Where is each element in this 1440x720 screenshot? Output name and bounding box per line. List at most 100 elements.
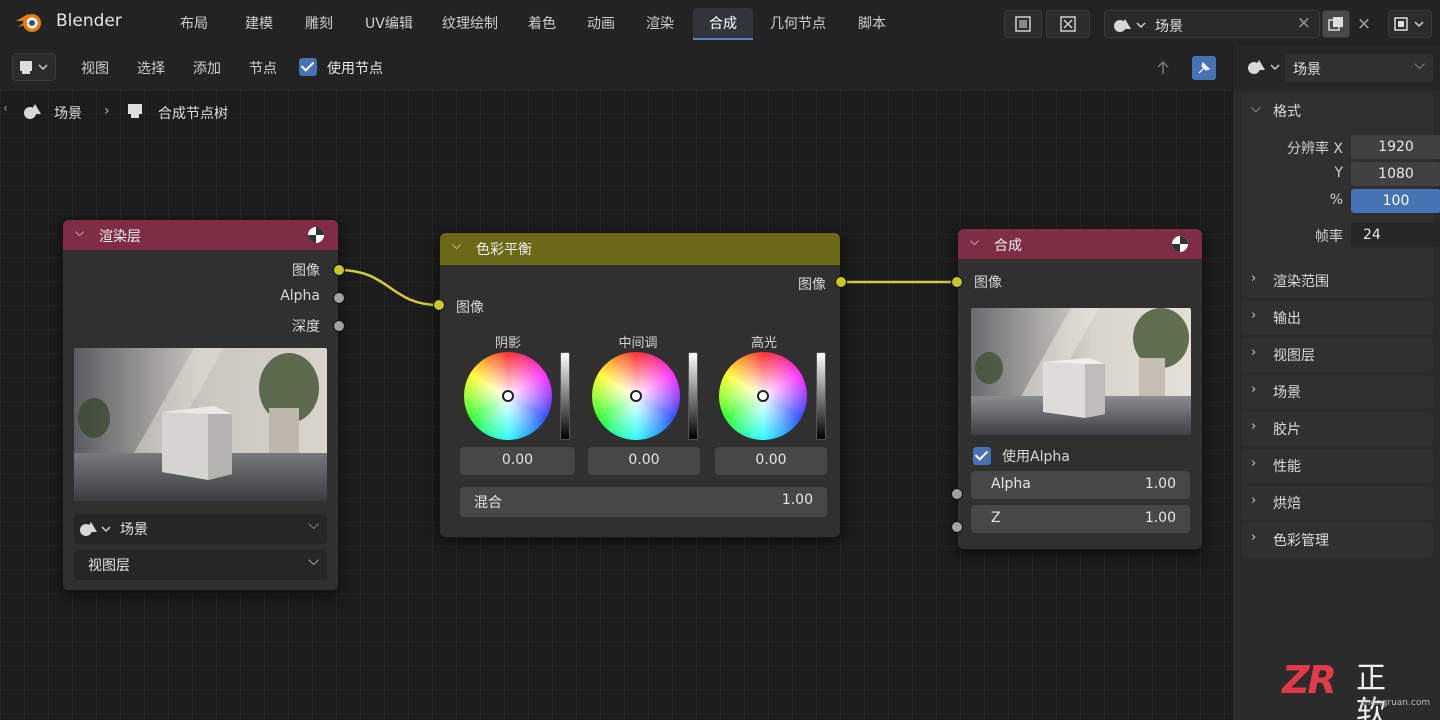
panel-scene[interactable]: › 场景 (1241, 375, 1433, 409)
socket-depth-output[interactable] (333, 320, 345, 332)
socket-z-input[interactable] (951, 521, 963, 533)
panel-bake[interactable]: › 烘焙 (1241, 486, 1433, 520)
tab-layout[interactable]: 布局 (168, 8, 220, 40)
resolution-percent-slider[interactable]: 100 (1351, 189, 1440, 213)
top-bar: Blender 布局 建模 雕刻 UV编辑 纹理绘制 着色 动画 渲染 合成 几… (0, 0, 1440, 46)
wheel-cursor[interactable] (502, 390, 514, 402)
delete-scene-button[interactable]: × (1352, 10, 1376, 38)
close-icon: × (1356, 14, 1372, 34)
chevron-right-icon: › (1251, 308, 1257, 323)
socket-image-input[interactable] (433, 299, 445, 311)
render-icon[interactable] (1170, 234, 1190, 254)
render-icon[interactable] (306, 225, 326, 245)
mix-factor-slider[interactable]: 混合 1.00 (460, 487, 827, 517)
editor-type-selector[interactable] (12, 53, 56, 81)
panel-view-layer[interactable]: › 视图层 (1241, 338, 1433, 372)
arrow-up-icon (1157, 60, 1169, 74)
alpha-value: 1.00 (1144, 476, 1176, 492)
shadows-value: 0.00 (501, 452, 534, 468)
panel-title: 胶片 (1273, 422, 1301, 438)
panel-frame-range[interactable]: › 渲染范围 (1241, 264, 1433, 298)
menu-add[interactable]: 添加 (193, 58, 221, 78)
frame-rate-dropdown[interactable]: 24 (1351, 223, 1440, 247)
render-preview-image (74, 348, 327, 501)
scene-selector[interactable]: 场景 × (1104, 10, 1320, 38)
use-alpha-checkbox[interactable] (973, 447, 991, 465)
node-header[interactable]: ⌵ 渲染层 (63, 220, 338, 250)
tab-geometry-nodes[interactable]: 几何节点 (758, 8, 838, 40)
tab-animation[interactable]: 动画 (575, 8, 627, 40)
render-layers-node[interactable]: ⌵ 渲染层 图像 Alpha 深度 场景 ⌵ 视图层 ⌵ (62, 219, 339, 591)
tab-rendering[interactable]: 渲染 (634, 8, 686, 40)
backdrop-toggle[interactable] (1184, 54, 1224, 82)
blender-logo-icon[interactable] (14, 7, 44, 37)
tab-scripting[interactable]: 脚本 (846, 8, 898, 40)
chevron-down-icon[interactable]: ⌵ (970, 234, 979, 249)
panel-title: 渲染范围 (1273, 274, 1329, 290)
composite-preview-image (971, 308, 1191, 435)
use-nodes-checkbox[interactable] (299, 58, 317, 76)
tab-sculpting[interactable]: 雕刻 (293, 8, 345, 40)
link-renderlayer-to-colorbalance (338, 268, 440, 307)
menu-view[interactable]: 视图 (81, 58, 109, 78)
resolution-y-field[interactable]: 1080 (1351, 162, 1440, 186)
shadows-color-wheel[interactable] (464, 352, 552, 440)
tab-compositing[interactable]: 合成 (693, 8, 753, 40)
view-layer-toggle[interactable] (1046, 10, 1090, 38)
highlights-value-slider[interactable] (816, 352, 826, 440)
socket-image-output[interactable] (333, 264, 345, 276)
panel-output[interactable]: › 输出 (1241, 301, 1433, 335)
midtones-value-slider[interactable] (688, 352, 698, 440)
panel-film[interactable]: › 胶片 (1241, 412, 1433, 446)
scene-selector[interactable]: 场景 ⌵ (74, 514, 327, 544)
tab-texture-paint[interactable]: 纹理绘制 (430, 8, 510, 40)
chevron-down-icon[interactable]: ⌵ (75, 225, 84, 240)
node-header[interactable]: ⌵ 色彩平衡 (440, 233, 840, 265)
chevron-right-icon: › (1251, 419, 1257, 434)
tab-modeling[interactable]: 建模 (233, 8, 285, 40)
chevron-right-icon: › (1251, 271, 1257, 286)
socket-image-output[interactable] (835, 276, 847, 288)
parent-node-tree-button[interactable] (1150, 54, 1176, 82)
socket-alpha-input[interactable] (951, 488, 963, 500)
highlights-value-field[interactable]: 0.00 (715, 447, 827, 475)
resolution-x-field[interactable]: 1920 (1351, 135, 1440, 159)
chevron-down-icon[interactable]: ⌵ (452, 238, 461, 253)
color-balance-node[interactable]: ⌵ 色彩平衡 图像 图像 阴影 0.00 中间调 0.00 高光 0.00 混合… (439, 232, 841, 538)
shadows-value-slider[interactable] (560, 352, 570, 440)
view-layer-dropdown[interactable]: 视图层 ⌵ (74, 550, 327, 580)
shadows-value-field[interactable]: 0.00 (460, 447, 575, 475)
node-header[interactable]: ⌵ 合成 (958, 229, 1202, 259)
render-region-button[interactable] (1004, 10, 1042, 38)
midtones-value-field[interactable]: 0.00 (588, 447, 700, 475)
socket-alpha-output[interactable] (333, 292, 345, 304)
app-name[interactable]: Blender (56, 11, 122, 31)
panel-performance[interactable]: › 性能 (1241, 449, 1433, 483)
highlights-color-wheel[interactable] (719, 352, 807, 440)
wheel-cursor[interactable] (757, 390, 769, 402)
tab-shading[interactable]: 着色 (516, 8, 568, 40)
format-panel-title[interactable]: 格式 (1273, 101, 1301, 121)
wheel-cursor[interactable] (630, 390, 642, 402)
panel-title: 烘焙 (1273, 496, 1301, 512)
socket-image-input[interactable] (951, 276, 963, 288)
composite-node[interactable]: ⌵ 合成 图像 使用Alpha Alpha 1.00 Z 1.00 (957, 228, 1203, 550)
frame-icon (1015, 16, 1031, 32)
panel-title: 视图层 (1273, 348, 1315, 364)
node-title: 合成 (994, 238, 1022, 254)
panel-color-management[interactable]: › 色彩管理 (1241, 523, 1433, 557)
z-input-field[interactable]: Z 1.00 (971, 505, 1190, 533)
menu-select[interactable]: 选择 (137, 58, 165, 78)
node-canvas[interactable]: ‹ 场景 › 合成节点树 ⌵ 渲染层 图像 Alpha 深度 场景 ⌵ 视图层 … (0, 90, 1232, 720)
sidebar-scene-selector[interactable]: 场景 ⌵ (1285, 54, 1433, 82)
tab-uv-editing[interactable]: UV编辑 (353, 8, 425, 40)
alpha-input-field[interactable]: Alpha 1.00 (971, 471, 1190, 499)
scene-icon[interactable] (1245, 56, 1281, 78)
close-icon[interactable]: × (1297, 13, 1311, 33)
menu-node[interactable]: 节点 (249, 58, 277, 78)
midtones-color-wheel[interactable] (592, 352, 680, 440)
chevron-down-icon[interactable]: ⌵ (308, 517, 319, 533)
new-scene-button[interactable] (1322, 10, 1350, 38)
chevron-down-icon[interactable]: ⌵ (1251, 101, 1261, 116)
view-layer-selector[interactable] (1388, 10, 1432, 38)
